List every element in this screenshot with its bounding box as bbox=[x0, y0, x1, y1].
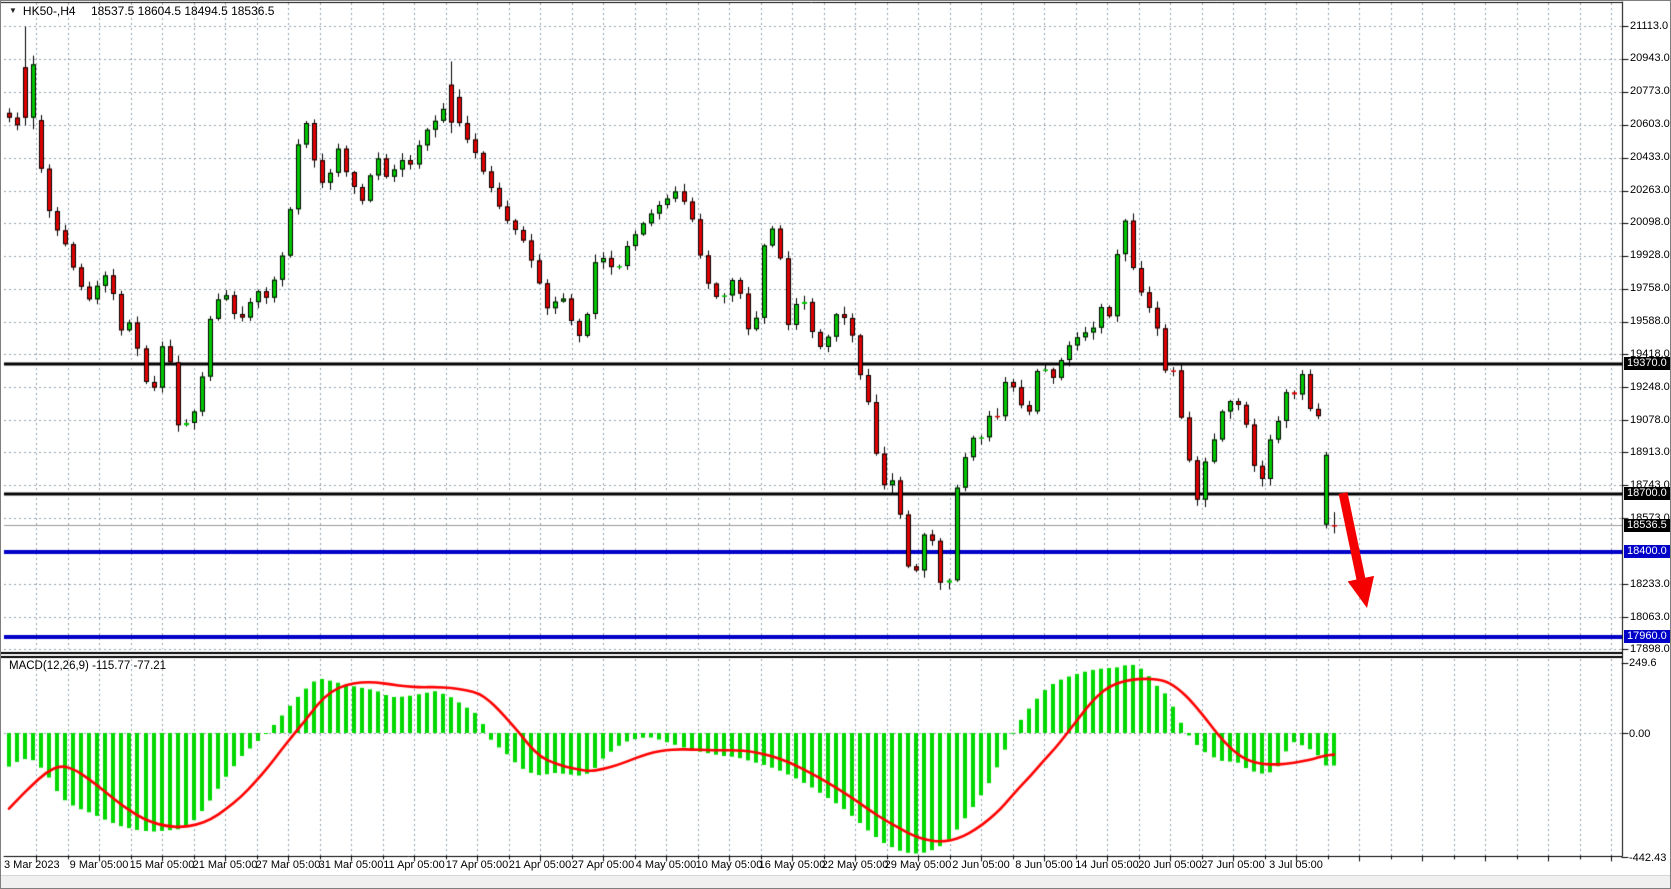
time-axis-label: 21 Apr 05:00 bbox=[509, 859, 571, 871]
time-axis-label: 15 Mar 05:00 bbox=[130, 859, 195, 871]
time-axis-label: 10 May 05:00 bbox=[696, 859, 763, 871]
macd-main-value: -115.77 bbox=[92, 660, 130, 672]
current-price-label[interactable]: 18536.5 bbox=[1624, 519, 1670, 532]
time-axis-label: 21 Mar 05:00 bbox=[193, 859, 258, 871]
price-axis-tick: 19248.0 bbox=[1630, 382, 1670, 393]
time-axis-label: 2 Jun 05:00 bbox=[952, 859, 1010, 871]
time-axis-label: 27 Jun 05:00 bbox=[1201, 859, 1265, 871]
price-axis-tick: 20603.0 bbox=[1630, 119, 1670, 130]
time-axis-label: 27 Mar 05:00 bbox=[256, 859, 321, 871]
macd-axis-max: 249.6 bbox=[1629, 657, 1657, 669]
time-axis-label: 17 Apr 05:00 bbox=[446, 859, 508, 871]
time-axis-label: 3 Jul 05:00 bbox=[1269, 859, 1323, 871]
macd-axis-min: -442.43 bbox=[1629, 852, 1666, 864]
time-axis-label: 4 May 05:00 bbox=[636, 859, 697, 871]
chart-window: ▼ HK50-,H4 18537.5 18604.5 18494.5 18536.… bbox=[0, 0, 1671, 889]
macd-name: MACD(12,26,9) bbox=[9, 660, 89, 672]
price-axis-tick: 17898.0 bbox=[1630, 644, 1670, 655]
time-axis-label: 29 May 05:00 bbox=[885, 859, 952, 871]
price-axis-tick: 19928.0 bbox=[1630, 250, 1670, 261]
price-axis-tick: 19758.0 bbox=[1630, 283, 1670, 294]
time-axis-label: 16 May 05:00 bbox=[759, 859, 826, 871]
collapse-symbol-icon[interactable]: ▼ bbox=[9, 5, 17, 17]
price-axis-tick: 19588.0 bbox=[1630, 316, 1670, 327]
price-axis-tick: 20098.0 bbox=[1630, 217, 1670, 228]
window-bottom-edge bbox=[1, 875, 1671, 889]
price-axis-tick: 20263.0 bbox=[1630, 185, 1670, 196]
price-axis-tick: 20943.0 bbox=[1630, 53, 1670, 64]
time-axis-label: 8 Jun 05:00 bbox=[1015, 859, 1073, 871]
price-axis-tick: 20433.0 bbox=[1630, 152, 1670, 163]
price-chart-canvas[interactable] bbox=[1, 1, 1671, 889]
price-axis-tick: 18063.0 bbox=[1630, 612, 1670, 623]
time-axis-label: 11 Apr 05:00 bbox=[383, 859, 445, 871]
support-level-label[interactable]: 18700.0 bbox=[1624, 487, 1670, 500]
blue-level-label[interactable]: 17960.0 bbox=[1624, 630, 1670, 643]
time-axis-label: 31 Mar 05:00 bbox=[319, 859, 384, 871]
price-axis-tick: 21113.0 bbox=[1630, 21, 1668, 32]
chart-ohlc-values: 18537.5 18604.5 18494.5 18536.5 bbox=[91, 4, 275, 18]
time-axis-label: 20 Jun 05:00 bbox=[1138, 859, 1202, 871]
price-axis-tick: 20773.0 bbox=[1630, 86, 1670, 97]
chart-title: ▼ HK50-,H4 18537.5 18604.5 18494.5 18536.… bbox=[9, 4, 274, 18]
price-axis-tick: 18233.0 bbox=[1630, 579, 1670, 590]
time-axis-label: 3 Mar 2023 bbox=[4, 859, 60, 871]
blue-level-label[interactable]: 18400.0 bbox=[1624, 545, 1670, 558]
macd-signal-value: -77.21 bbox=[133, 660, 166, 672]
time-axis-label: 9 Mar 05:00 bbox=[70, 859, 129, 871]
resistance-level-label[interactable]: 19370.0 bbox=[1624, 357, 1670, 370]
macd-indicator-label: MACD(12,26,9) -115.77 -77.21 bbox=[9, 660, 166, 672]
time-axis-label: 14 Jun 05:00 bbox=[1075, 859, 1139, 871]
price-axis-tick: 19078.0 bbox=[1630, 415, 1670, 426]
time-axis-label: 27 Apr 05:00 bbox=[572, 859, 634, 871]
time-axis-label: 22 May 05:00 bbox=[822, 859, 889, 871]
macd-axis-zero: 0.00 bbox=[1629, 728, 1650, 740]
price-axis-tick: 18913.0 bbox=[1630, 447, 1670, 458]
chart-symbol-timeframe: HK50-,H4 bbox=[23, 4, 76, 18]
